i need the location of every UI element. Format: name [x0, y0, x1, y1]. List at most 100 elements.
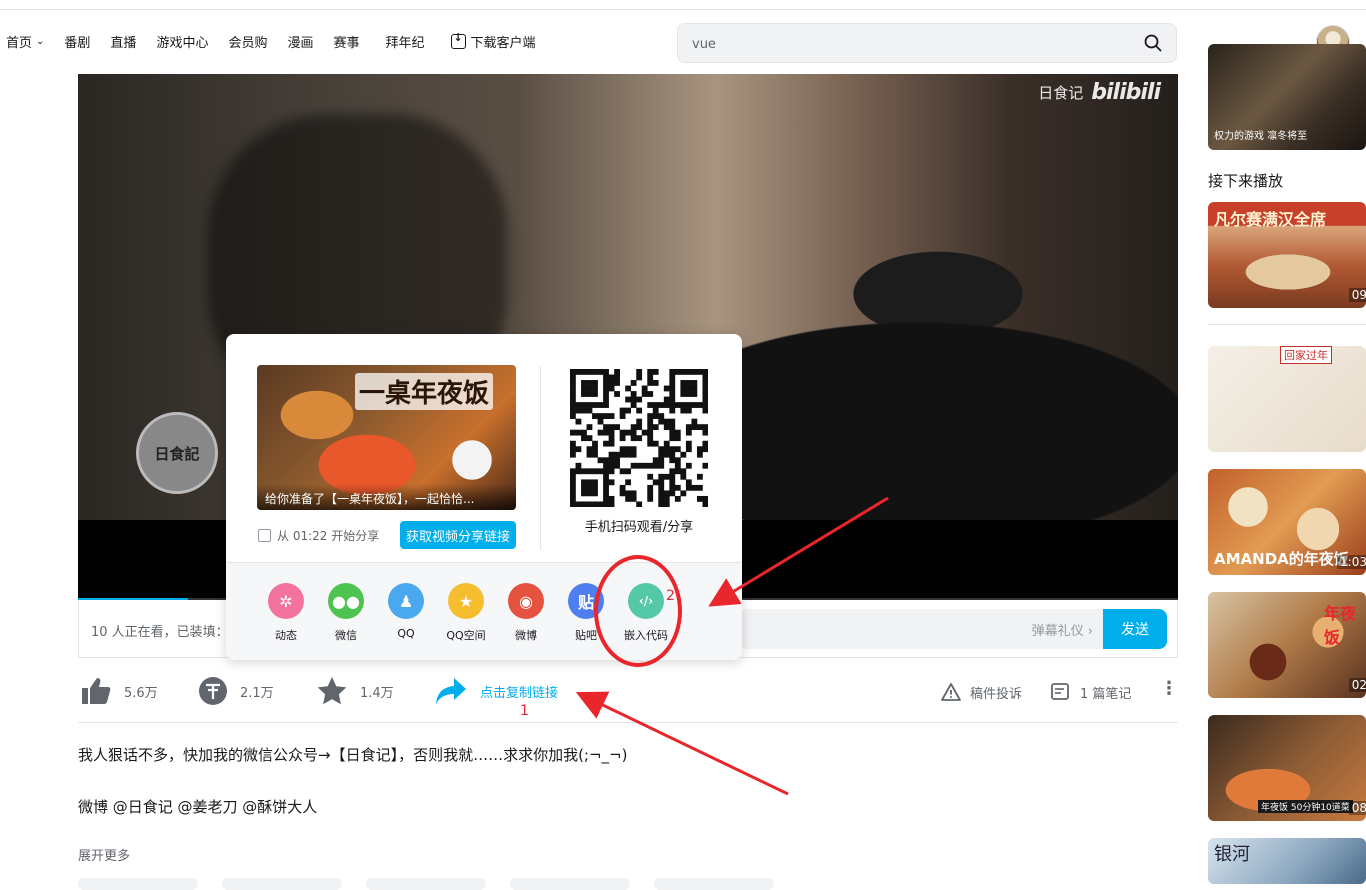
note-icon: [1051, 683, 1069, 700]
annotation-number-2: 2: [666, 588, 675, 604]
nav-esports-label: 赛事: [333, 36, 360, 51]
recommend-sidebar: 权力的游戏 凛冬将至 接下来播放 凡尔赛满汉全席 09 回家过年 AMANDA的…: [1208, 44, 1366, 884]
recommended-video-3[interactable]: AMANDA的年夜饭 1:03: [1208, 469, 1366, 575]
top-video-thumbnail[interactable]: 权力的游戏 凛冬将至: [1208, 44, 1366, 150]
like-button[interactable]: 5.6万: [80, 676, 158, 706]
video-toolbar: 5.6万 2.1万 1.4万 点击复制链接 稿件投诉 1 篇笔记 ⋮: [78, 672, 1178, 718]
chevron-down-icon: ⌄: [36, 36, 45, 47]
favorite-count: 1.4万: [360, 685, 394, 701]
recommended-video-5[interactable]: 年夜饭 50分钟10道菜 08: [1208, 715, 1366, 821]
weibo-icon: ◉: [508, 583, 544, 619]
annotation-circle: [594, 555, 682, 667]
qzone-icon: ★: [448, 583, 484, 619]
toolbar-divider: [78, 722, 1178, 723]
up-next-title: 接下来播放: [1208, 172, 1284, 190]
download-icon: [450, 31, 466, 49]
nav-member-shop[interactable]: 会员购: [228, 32, 267, 51]
nav-bainianji-label: 拜年纪: [385, 36, 425, 51]
thumbnail-caption: 给你准备了【一桌年夜饭】，一起恰恰...: [257, 484, 516, 510]
recommended-video-6[interactable]: 银河: [1208, 838, 1366, 884]
share-popup-top: 一桌年夜饭 给你准备了【一桌年夜饭】，一起恰恰... 从 01:22 开始分享 …: [226, 334, 742, 562]
share-item-label: 贴吧: [575, 629, 597, 642]
recommended-video-1-duration: 09: [1348, 288, 1366, 302]
expand-more-link[interactable]: 展开更多: [78, 845, 130, 864]
danmaku-send-button[interactable]: 发送: [1103, 609, 1167, 649]
uploader-logo-text: 日食記: [154, 444, 200, 463]
tag-chip[interactable]: [510, 878, 630, 890]
search-icon[interactable]: [1144, 34, 1162, 52]
report-button[interactable]: 稿件投诉: [940, 682, 1022, 702]
share-item-label: QQ空间: [446, 629, 486, 642]
warning-icon: [941, 683, 961, 701]
coin-icon: [199, 677, 227, 705]
share-from-time[interactable]: 从 01:22 开始分享: [258, 527, 379, 544]
share-qq[interactable]: ♟ QQ: [376, 583, 436, 643]
recommended-video-1[interactable]: 凡尔赛满汉全席 09: [1208, 202, 1366, 308]
recommended-video-5-duration: 08: [1348, 801, 1366, 815]
search-input[interactable]: [692, 33, 1122, 55]
share-item-label: QQ: [397, 627, 415, 640]
main-nav: 首页⌄ 番剧 直播 游戏中心 会员购 漫画 赛事 拜年纪 下载客户端: [6, 31, 556, 51]
share-item-label: 微博: [515, 629, 537, 642]
qq-icon: ♟: [388, 583, 424, 619]
recommended-video-2-cover-text: 回家过年: [1280, 346, 1332, 364]
like-count: 5.6万: [124, 685, 158, 701]
nav-member-shop-label: 会员购: [228, 36, 268, 51]
share-wechat[interactable]: ●● 微信: [316, 583, 376, 643]
video-watermark: 日食记 bilibili: [1038, 80, 1161, 105]
copy-link-button[interactable]: 点击复制链接: [434, 676, 558, 706]
coin-button[interactable]: 2.1万: [198, 676, 274, 706]
qr-label: 手机扫码观看/分享: [584, 520, 694, 535]
recommended-video-3-duration: 1:03: [1337, 555, 1366, 569]
nav-bainianji[interactable]: 拜年纪: [386, 32, 425, 51]
share-qzone[interactable]: ★ QQ空间: [436, 583, 496, 643]
nav-home[interactable]: 首页 ⌄: [6, 32, 44, 51]
nav-home-label: 首页: [6, 36, 33, 51]
recommended-video-4-duration: 02: [1348, 678, 1366, 692]
tag-chip[interactable]: [366, 878, 486, 890]
sidebar-divider: [1208, 324, 1366, 325]
dynamic-icon: ✲: [268, 583, 304, 619]
notes-button[interactable]: 1 篇笔记: [1050, 682, 1131, 702]
nav-esports[interactable]: 赛事: [333, 32, 359, 51]
uploader-logo: 日食記: [136, 412, 218, 494]
bilibili-logo: bilibili: [1091, 80, 1161, 105]
tag-chip[interactable]: [654, 878, 774, 890]
recommended-video-5-cover-text: 年夜饭 50分钟10道菜: [1258, 800, 1353, 813]
recommended-video-2[interactable]: 回家过年: [1208, 346, 1366, 452]
video-thumbnail: 一桌年夜饭 给你准备了【一桌年夜饭】，一起恰恰...: [257, 365, 516, 510]
description-line-2: 微博 @日食记 @姜老刀 @酥饼大人: [78, 798, 318, 816]
share-dynamic[interactable]: ✲ 动态: [256, 583, 316, 643]
watermark-channel: 日食记: [1038, 84, 1084, 102]
nav-anime[interactable]: 番剧: [64, 32, 90, 51]
description-line-1: 我人狠话不多，快加我的微信公众号→【日食记】，否则我就……求求你加我(;¬_¬): [78, 746, 628, 764]
share-weibo[interactable]: ◉ 微博: [496, 583, 556, 643]
more-icon[interactable]: ⋮: [1160, 678, 1178, 699]
from-time-checkbox[interactable]: [258, 529, 271, 542]
recommended-video-4[interactable]: 年夜饭 02: [1208, 592, 1366, 698]
nav-download-client[interactable]: 下载客户端: [450, 31, 536, 51]
top-video-caption: 权力的游戏 凛冬将至: [1214, 131, 1308, 142]
wechat-icon: ●●: [328, 583, 364, 619]
recommended-video-4-cover-text: 年夜饭: [1324, 604, 1357, 647]
favorite-button[interactable]: 1.4万: [316, 676, 394, 706]
nav-game-center[interactable]: 游戏中心: [156, 32, 208, 51]
nav-download-label: 下载客户端: [470, 36, 536, 51]
danmaku-etiquette-link[interactable]: 弹幕礼仪 ›: [1032, 620, 1093, 639]
share-arrow-icon: [436, 678, 466, 704]
nav-manga[interactable]: 漫画: [287, 32, 313, 51]
from-time-label: 从 01:22 开始分享: [277, 529, 380, 543]
tag-chip[interactable]: [222, 878, 342, 890]
coin-count: 2.1万: [240, 685, 274, 701]
share-item-label: 微信: [335, 629, 357, 642]
tag-chip[interactable]: [78, 878, 198, 890]
thumbnail-title: 一桌年夜饭: [355, 373, 494, 410]
nav-live[interactable]: 直播: [110, 32, 136, 51]
nav-manga-label: 漫画: [287, 36, 314, 51]
danmaku-input[interactable]: 弹幕礼仪 ›: [739, 609, 1103, 649]
recommended-video-1-cover-text: 凡尔赛满汉全席: [1214, 210, 1327, 229]
tags-row: [78, 878, 1178, 890]
nav-live-label: 直播: [110, 36, 137, 51]
qr-code: [570, 369, 708, 507]
get-share-link-button[interactable]: 获取视频分享链接: [400, 521, 516, 549]
